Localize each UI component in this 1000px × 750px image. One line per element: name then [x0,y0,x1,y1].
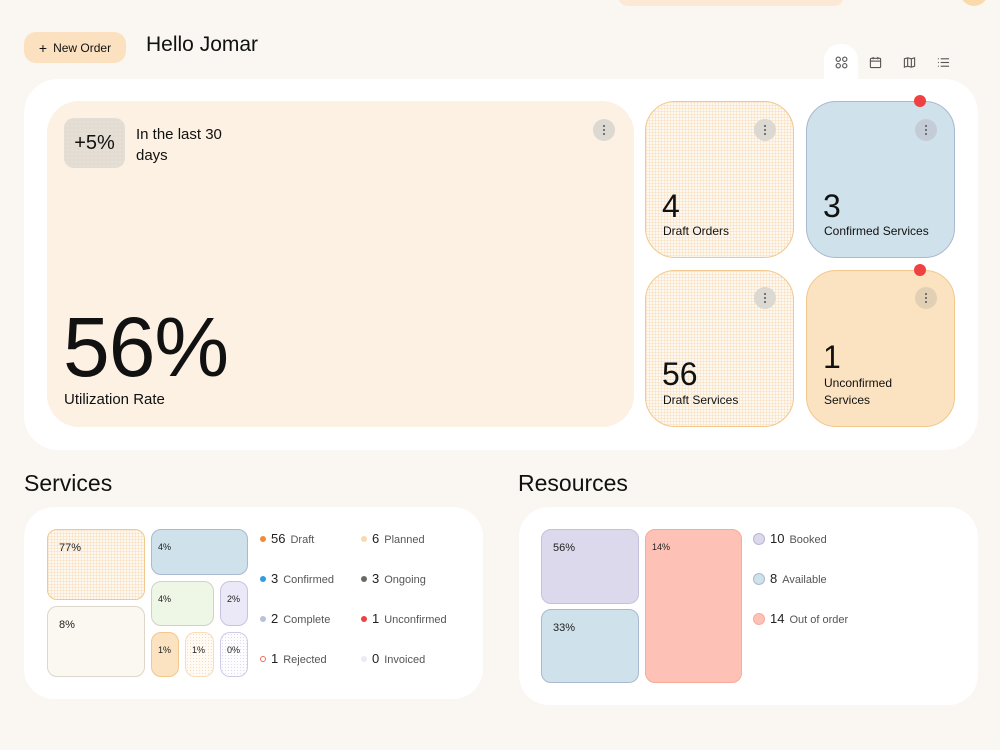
resources-legend-available[interactable]: 8 Available [753,571,827,586]
stat-label: Unconfirmed Services [824,376,893,407]
resources-legend-out-of-order[interactable]: 14 Out of order [753,611,848,626]
tab-grid-view[interactable] [824,44,858,80]
legend-label: Planned [384,534,425,546]
stat-value: 4 [662,188,680,224]
notification-dot [914,95,926,107]
legend-label: Complete [283,614,331,626]
legend-dot [260,535,266,542]
legend-dot [753,612,765,625]
grid-icon [835,56,847,68]
legend-dot [753,572,765,585]
services-tile-planned[interactable]: 8% [47,606,145,677]
legend-label: Available [782,574,827,586]
legend-count: 3 [372,571,380,586]
legend-label: Booked [789,534,827,546]
stat-value: 1 [823,339,841,375]
user-name: Nicole Granero [858,0,925,3]
services-legend-planned[interactable]: 6 Planned [361,531,425,546]
legend-label: Unconfirmed [384,614,447,626]
legend-label: Draft [290,534,315,546]
view-switcher [824,44,960,80]
services-legend-draft[interactable]: 56 Draft [260,531,314,546]
services-tile-complete[interactable]: 2% [220,581,248,626]
utilization-label: Utilization Rate [64,391,165,408]
services-legend-invoiced[interactable]: 0 Invoiced [361,651,425,666]
legend-count: 56 [271,531,286,546]
services-tile-ongoing[interactable]: 4% [151,581,214,626]
stat-value: 56 [662,356,698,392]
legend-count: 0 [372,651,380,666]
tab-calendar-view[interactable] [858,44,892,80]
stat-more-button[interactable] [915,119,937,141]
stat-value: 3 [823,188,841,224]
legend-label: Invoiced [384,654,426,666]
notification-dot [914,264,926,276]
legend-dot [361,655,367,662]
resources-title: Resources [518,470,628,496]
calendar-icon [869,56,881,68]
legend-label: Confirmed [283,574,334,586]
list-icon [937,57,949,67]
services-tile-invoiced[interactable]: 0% [220,632,248,677]
stat-label: Draft Orders [663,224,730,238]
legend-label: Rejected [283,654,327,666]
stat-label: Confirmed Services [824,224,929,238]
more-vertical-icon [764,125,766,135]
stat-more-button[interactable] [754,119,776,141]
more-vertical-icon [925,293,927,303]
utilization-more-button[interactable] [593,119,615,141]
services-legend-confirmed[interactable]: 3 Confirmed [260,571,334,586]
legend-dot [753,532,765,545]
services-legend-unconfirmed[interactable]: 1 Unconfirmed [361,611,447,626]
greeting: Hello Jomar [146,33,259,56]
services-tile-confirmed[interactable]: 4% [151,529,248,575]
more-vertical-icon [764,293,766,303]
services-tile-draft[interactable]: 77% [47,529,145,600]
legend-count: 14 [770,611,785,626]
legend-dot [361,535,367,542]
resources-tile-out-of-order[interactable]: 14% [645,529,742,683]
plus-icon: + [38,39,48,56]
legend-dot [361,615,367,622]
trend-badge: +5% [64,118,125,168]
legend-count: 3 [271,571,279,586]
resources-legend-booked[interactable]: 10 Booked [753,531,827,546]
tab-list-view[interactable] [926,44,960,80]
tab-map-view[interactable] [892,44,926,80]
stat-more-button[interactable] [915,287,937,309]
legend-count: 6 [372,531,380,546]
services-tile-unconfirmed[interactable]: 1% [151,632,179,677]
legend-dot [260,615,266,622]
more-vertical-icon [603,125,605,135]
legend-label: Out of order [789,614,849,626]
services-legend-rejected[interactable]: 1 Rejected [260,651,327,666]
legend-dot [361,575,367,582]
trend-caption: In the last 30 days [136,126,222,164]
legend-dot [260,575,266,582]
new-order-button[interactable]: + New Order [24,32,126,63]
avatar[interactable] [960,0,988,6]
stat-more-button[interactable] [754,287,776,309]
new-order-label: New Order [53,40,112,55]
utilization-value: 56% [63,300,229,394]
legend-count: 1 [271,651,279,666]
services-legend-ongoing[interactable]: 3 Ongoing [361,571,426,586]
services-title: Services [24,470,113,496]
legend-count: 1 [372,611,380,626]
services-tile-rejected[interactable]: 1% [185,632,214,677]
legend-count: 10 [770,531,785,546]
legend-count: 8 [770,571,778,586]
search-bar[interactable] [618,0,844,6]
stat-label: Draft Services [663,393,739,407]
legend-dot [260,655,266,662]
resources-tile-booked[interactable]: 56% [541,529,639,604]
resources-tile-available[interactable]: 33% [541,609,639,683]
legend-label: Ongoing [384,574,426,586]
map-icon [903,56,915,68]
legend-count: 2 [271,611,279,626]
services-legend-complete[interactable]: 2 Complete [260,611,330,626]
more-vertical-icon [925,125,927,135]
